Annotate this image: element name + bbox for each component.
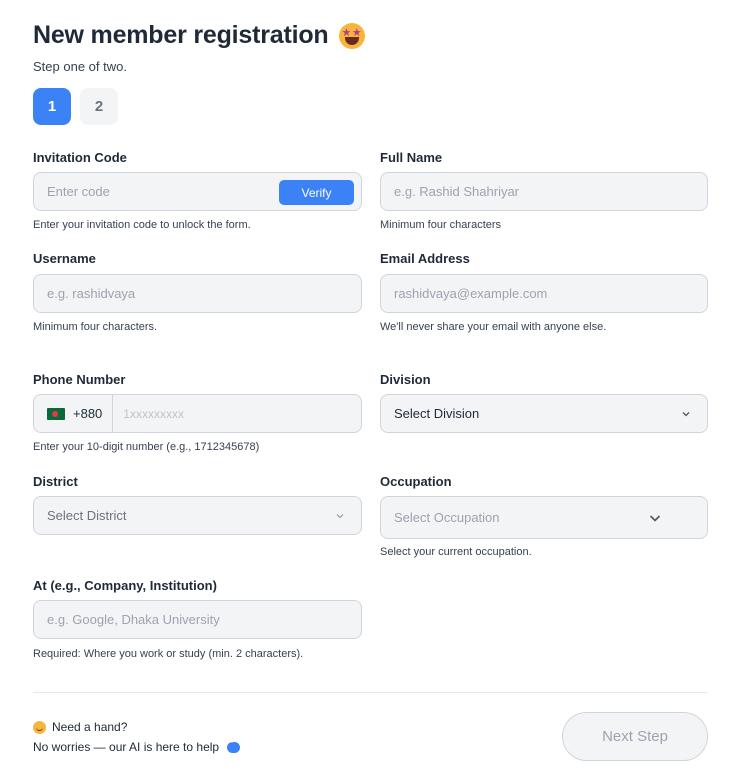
need-hand-text: Need a hand? bbox=[33, 720, 127, 734]
invitation-code-placeholder: Enter code bbox=[47, 184, 110, 199]
occupation-label: Occupation bbox=[380, 474, 452, 489]
occupation-value: Select Occupation bbox=[394, 510, 500, 525]
chevron-down-icon bbox=[648, 511, 662, 525]
page-subtitle: Step one of two. bbox=[33, 59, 127, 74]
star-struck-emoji-icon: ★ ★ bbox=[338, 22, 365, 49]
country-code: +880 bbox=[73, 406, 103, 421]
division-value: Select Division bbox=[394, 406, 480, 421]
phone-label: Phone Number bbox=[33, 372, 126, 387]
username-input[interactable]: e.g. rashidvaya bbox=[33, 274, 362, 313]
page-title-text: New member registration bbox=[33, 21, 329, 49]
chevron-down-icon bbox=[335, 511, 345, 521]
email-help: We'll never share your email with anyone… bbox=[380, 321, 607, 333]
username-help: Minimum four characters. bbox=[33, 321, 158, 333]
full-name-help: Minimum four characters bbox=[380, 219, 502, 231]
step-1-indicator[interactable]: 1 bbox=[33, 88, 71, 125]
district-value: Select District bbox=[47, 508, 127, 523]
username-label: Username bbox=[33, 251, 96, 266]
chat-bubble-icon[interactable] bbox=[227, 739, 241, 753]
chevron-down-icon bbox=[681, 409, 691, 419]
username-placeholder: e.g. rashidvaya bbox=[47, 286, 136, 301]
full-name-placeholder: e.g. Rashid Shahriyar bbox=[394, 184, 520, 199]
country-code-selector[interactable]: +880 bbox=[47, 395, 114, 432]
invitation-code-input[interactable]: Enter code Verify bbox=[33, 172, 362, 211]
invitation-code-label: Invitation Code bbox=[33, 150, 127, 165]
footer-divider bbox=[33, 692, 708, 693]
phone-help: Enter your 10-digit number (e.g., 171234… bbox=[33, 441, 260, 453]
step-2-indicator[interactable]: 2 bbox=[80, 88, 118, 125]
next-step-button[interactable]: Next Step bbox=[562, 712, 708, 761]
phone-input[interactable]: +880 1xxxxxxxxx bbox=[33, 394, 362, 433]
district-label: District bbox=[33, 474, 78, 489]
bangladesh-flag-icon bbox=[47, 407, 65, 420]
page-title: New member registration ★ ★ bbox=[33, 21, 365, 50]
at-placeholder: e.g. Google, Dhaka University bbox=[47, 612, 220, 627]
occupation-select[interactable]: Select Occupation bbox=[380, 496, 708, 539]
division-select[interactable]: Select Division bbox=[380, 394, 708, 433]
email-placeholder: rashidvaya@example.com bbox=[394, 286, 548, 301]
full-name-input[interactable]: e.g. Rashid Shahriyar bbox=[380, 172, 708, 211]
occupation-help: Select your current occupation. bbox=[380, 546, 532, 558]
division-label: Division bbox=[380, 372, 431, 387]
verify-button[interactable]: Verify bbox=[279, 180, 354, 205]
email-label: Email Address bbox=[380, 251, 470, 266]
district-select[interactable]: Select District bbox=[33, 496, 362, 535]
smiling-face-icon bbox=[33, 720, 46, 734]
at-label: At (e.g., Company, Institution) bbox=[33, 578, 217, 593]
phone-placeholder: 1xxxxxxxxx bbox=[123, 406, 184, 421]
ai-help-label: No worries — our AI is here to help bbox=[33, 740, 220, 754]
email-input[interactable]: rashidvaya@example.com bbox=[380, 274, 708, 313]
ai-help-note: No worries — our AI is here to help bbox=[33, 739, 241, 754]
full-name-label: Full Name bbox=[380, 150, 443, 165]
at-help: Required: Where you work or study (min. … bbox=[33, 648, 304, 660]
at-input[interactable]: e.g. Google, Dhaka University bbox=[33, 600, 362, 639]
need-hand-label: Need a hand? bbox=[52, 720, 128, 734]
invitation-code-help: Enter your invitation code to unlock the… bbox=[33, 219, 251, 231]
